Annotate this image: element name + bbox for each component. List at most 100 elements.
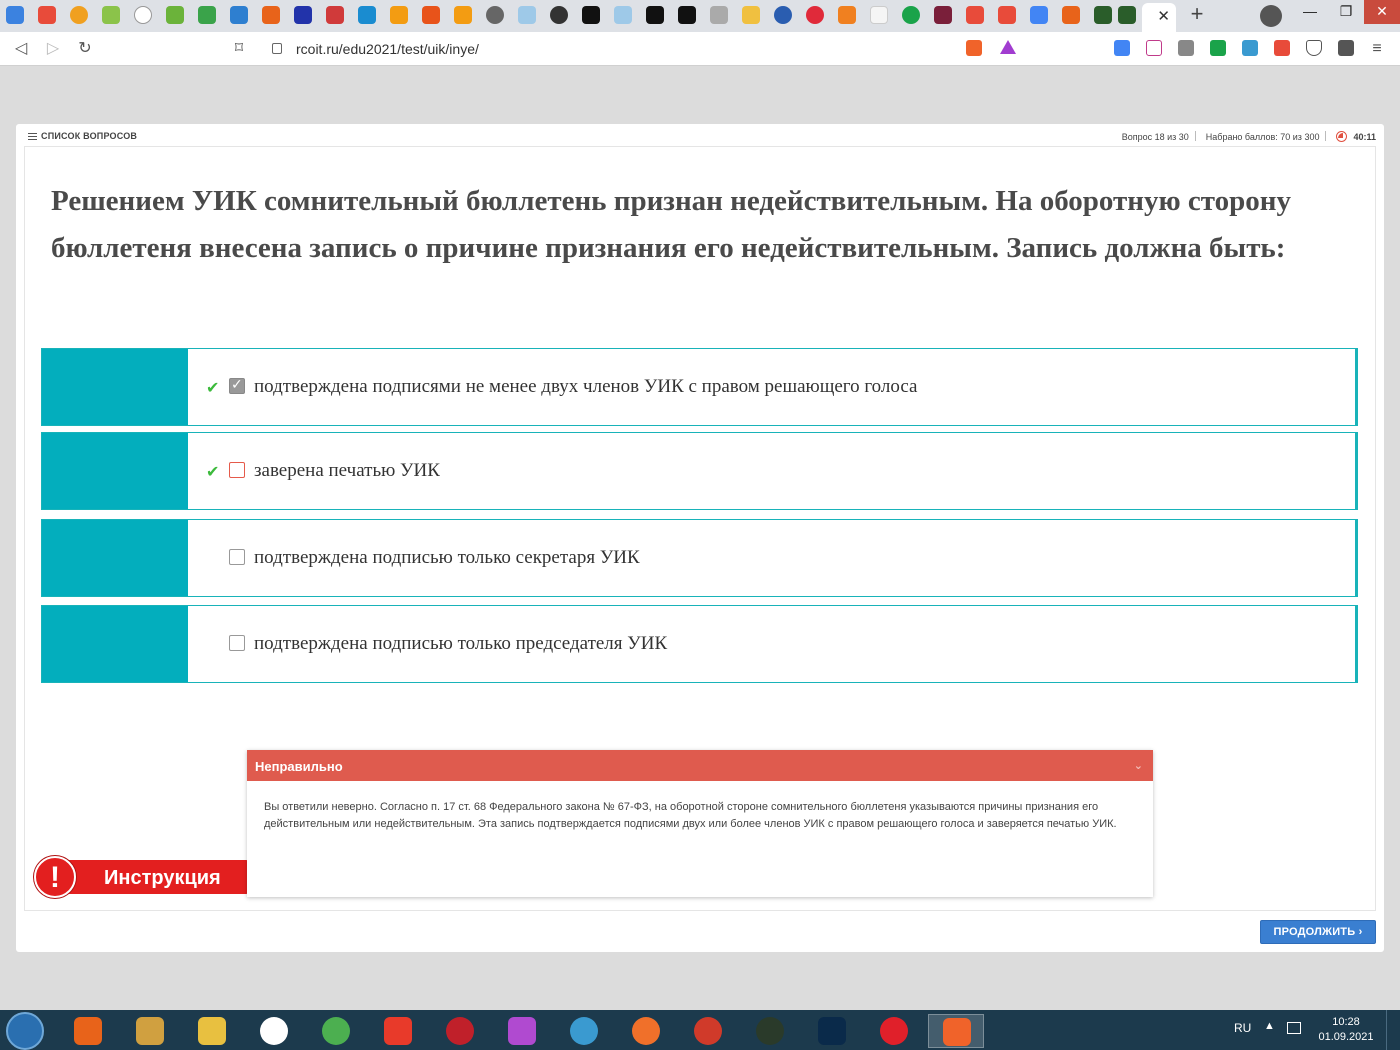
tab-favicon-5[interactable] bbox=[134, 6, 152, 24]
answer-option-3[interactable]: подтверждена подписью только секретаря У… bbox=[41, 519, 1358, 597]
window-close-button[interactable]: ✕ bbox=[1364, 0, 1400, 24]
tab-favicon-12[interactable] bbox=[358, 6, 376, 24]
system-clock[interactable]: 10:28 01.09.2021 bbox=[1316, 1015, 1376, 1045]
tab-favicon-11[interactable] bbox=[326, 6, 344, 24]
tray-expand-icon[interactable]: ▲ bbox=[1264, 1020, 1275, 1032]
taskbar-app-polygon[interactable] bbox=[494, 1014, 550, 1048]
tab-favicon-36[interactable] bbox=[1118, 6, 1136, 24]
tab-favicon-23[interactable] bbox=[710, 6, 728, 24]
shield-icon[interactable] bbox=[1306, 40, 1322, 56]
tab-favicon-4[interactable] bbox=[102, 6, 120, 24]
taskbar-app-nox[interactable] bbox=[742, 1014, 798, 1048]
tab-favicon-9[interactable] bbox=[262, 6, 280, 24]
extension-icon-4[interactable] bbox=[1210, 40, 1226, 56]
tab-favicon-3[interactable] bbox=[70, 6, 88, 24]
tab-favicon-13[interactable] bbox=[390, 6, 408, 24]
tab-favicon-28[interactable] bbox=[870, 6, 888, 24]
tab-favicon-6[interactable] bbox=[166, 6, 184, 24]
taskbar-app-explorer[interactable] bbox=[184, 1014, 240, 1048]
question-list-button[interactable]: СПИСОК ВОПРОСОВ bbox=[28, 131, 137, 141]
taskbar-app-avast[interactable] bbox=[432, 1014, 488, 1048]
feedback-body: Вы ответили неверно. Согласно п. 17 ст. … bbox=[264, 801, 1117, 830]
tab-favicon-19[interactable] bbox=[582, 6, 600, 24]
forward-arrow-icon[interactable]: ▷ bbox=[42, 38, 64, 60]
tab-favicon-18[interactable] bbox=[550, 6, 568, 24]
tab-favicon-17[interactable] bbox=[518, 6, 536, 24]
taskbar-app-photoshop[interactable] bbox=[804, 1014, 860, 1048]
taskbar-app-ccleaner[interactable] bbox=[680, 1014, 736, 1048]
tab-close-icon[interactable]: ✕ bbox=[1157, 7, 1170, 25]
continue-button[interactable]: ПРОДОЛЖИТЬ › bbox=[1260, 920, 1376, 944]
tab-favicon-27[interactable] bbox=[838, 6, 856, 24]
chevron-down-icon[interactable]: ⌄ bbox=[1134, 750, 1143, 783]
reload-icon[interactable]: ↻ bbox=[74, 38, 96, 60]
tab-favicon-34[interactable] bbox=[1062, 6, 1080, 24]
tab-favicon-26[interactable] bbox=[806, 6, 824, 24]
brave-shield-icon[interactable] bbox=[966, 40, 982, 56]
tab-favicon-1[interactable] bbox=[6, 6, 24, 24]
action-center-icon[interactable] bbox=[1287, 1022, 1301, 1034]
tab-favicon-30[interactable] bbox=[934, 6, 952, 24]
taskbar-app-firefox[interactable] bbox=[618, 1014, 674, 1048]
menu-icon[interactable]: ≡ bbox=[1366, 38, 1388, 60]
answer-option-2[interactable]: ✔ заверена печатью УИК bbox=[41, 432, 1358, 510]
taskbar-app-media[interactable] bbox=[60, 1014, 116, 1048]
clock-time: 10:28 bbox=[1332, 1016, 1360, 1028]
window-maximize-button[interactable]: ❐ bbox=[1328, 0, 1364, 24]
tab-favicon-32[interactable] bbox=[998, 6, 1016, 24]
instruction-badge[interactable]: Инструкция ! bbox=[34, 856, 248, 898]
answer-checkbox[interactable] bbox=[229, 376, 245, 394]
tab-favicon-20[interactable] bbox=[614, 6, 632, 24]
correct-check-icon: ✔ bbox=[206, 464, 220, 481]
question-text: Решением УИК сомнительный бюллетень приз… bbox=[51, 185, 1291, 264]
tab-favicon-25[interactable] bbox=[774, 6, 792, 24]
show-desktop-button[interactable] bbox=[1386, 1010, 1400, 1050]
taskbar-app-ie[interactable] bbox=[556, 1014, 612, 1048]
tab-favicon-16[interactable] bbox=[486, 6, 504, 24]
address-bar[interactable]: rcoit.ru/edu2021/test/uik/inye/ bbox=[262, 37, 954, 61]
extension-icon-2[interactable] bbox=[1146, 40, 1162, 56]
brave-rewards-icon[interactable] bbox=[1000, 40, 1016, 54]
answer-checkbox[interactable] bbox=[229, 462, 245, 478]
tab-favicon-15[interactable] bbox=[454, 6, 472, 24]
url-text: rcoit.ru/edu2021/test/uik/inye/ bbox=[296, 41, 479, 57]
answer-checkbox[interactable] bbox=[229, 549, 245, 565]
extension-icon-3[interactable] bbox=[1178, 40, 1194, 56]
start-button[interactable] bbox=[6, 1012, 44, 1050]
back-arrow-icon[interactable]: ◁ bbox=[10, 38, 32, 60]
profile-menu-icon[interactable] bbox=[1260, 5, 1282, 27]
tab-favicon-2[interactable] bbox=[38, 6, 56, 24]
tab-favicon-29[interactable] bbox=[902, 6, 920, 24]
tab-favicon-8[interactable] bbox=[230, 6, 248, 24]
test-stats: Вопрос 18 из 30 Набрано баллов: 70 из 300… bbox=[1116, 131, 1376, 142]
extension-icon-6[interactable] bbox=[1274, 40, 1290, 56]
taskbar-app-chrome[interactable] bbox=[308, 1014, 364, 1048]
tab-favicon-24[interactable] bbox=[742, 6, 760, 24]
active-tab[interactable]: ✕ bbox=[1142, 3, 1176, 32]
new-tab-button[interactable]: + bbox=[1186, 3, 1208, 26]
tab-favicon-21[interactable] bbox=[646, 6, 664, 24]
tab-favicon-35[interactable] bbox=[1094, 6, 1112, 24]
puzzle-icon[interactable] bbox=[1338, 40, 1354, 56]
extension-icon-5[interactable] bbox=[1242, 40, 1258, 56]
answer-option-4[interactable]: подтверждена подписью только председател… bbox=[41, 605, 1358, 683]
taskbar-app-users[interactable] bbox=[122, 1014, 178, 1048]
answer-checkbox[interactable] bbox=[229, 635, 245, 651]
tab-favicon-7[interactable] bbox=[198, 6, 216, 24]
window-minimize-button[interactable]: — bbox=[1292, 0, 1328, 24]
translate-icon[interactable] bbox=[1114, 40, 1130, 56]
bookmark-icon[interactable]: ⌑ bbox=[228, 38, 250, 60]
tab-favicon-14[interactable] bbox=[422, 6, 440, 24]
taskbar-app-opera[interactable] bbox=[866, 1014, 922, 1048]
feedback-header[interactable]: Неправильно ⌄ bbox=[247, 750, 1153, 781]
tab-favicon-33[interactable] bbox=[1030, 6, 1048, 24]
answer-label: подтверждена подписями не менее двух чле… bbox=[254, 376, 918, 397]
taskbar-app-brave[interactable] bbox=[928, 1014, 984, 1048]
tab-favicon-10[interactable] bbox=[294, 6, 312, 24]
answer-option-1[interactable]: ✔ подтверждена подписями не менее двух ч… bbox=[41, 348, 1358, 426]
taskbar-app-yandex[interactable] bbox=[246, 1014, 302, 1048]
tab-favicon-22[interactable] bbox=[678, 6, 696, 24]
tab-favicon-31[interactable] bbox=[966, 6, 984, 24]
taskbar-app-yandex-browser[interactable] bbox=[370, 1014, 426, 1048]
language-indicator[interactable]: RU bbox=[1234, 1021, 1251, 1035]
